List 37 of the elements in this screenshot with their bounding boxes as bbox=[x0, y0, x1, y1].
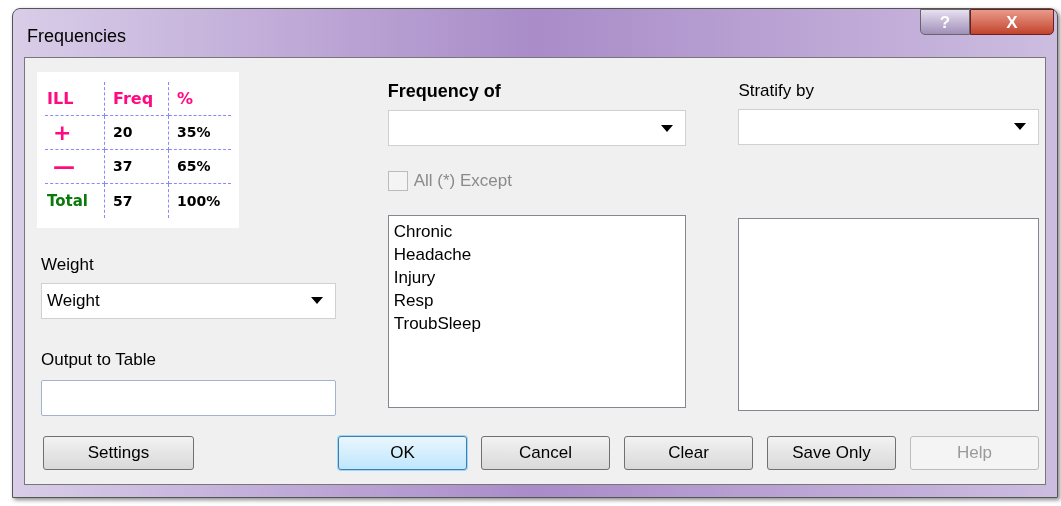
illustration-text: 37 bbox=[113, 157, 133, 176]
list-item[interactable]: TroubSleep bbox=[393, 311, 681, 335]
checkbox-label: All (*) Except bbox=[413, 170, 512, 192]
illustration-text: — bbox=[52, 153, 75, 181]
field-label: Frequency of bbox=[387, 80, 502, 103]
caret-icon bbox=[661, 124, 674, 132]
field-label: Output to Table bbox=[41, 348, 157, 371]
illustration-text: Total bbox=[47, 190, 88, 212]
illustration-text: Freq bbox=[113, 87, 154, 110]
field-label: Weight bbox=[41, 254, 95, 276]
illustration-text: 35% bbox=[177, 123, 211, 142]
illustration-text: 57 bbox=[113, 191, 133, 211]
illustration-text: % bbox=[177, 87, 194, 110]
illustration-text: 65% bbox=[177, 157, 211, 176]
illustration-text: + bbox=[52, 119, 72, 147]
dropdown[interactable]: Weight bbox=[41, 282, 336, 319]
input-field[interactable] bbox=[41, 380, 336, 416]
caret-icon bbox=[310, 297, 323, 304]
field-label: Stratify by bbox=[738, 80, 815, 102]
dialog-button[interactable]: Settings bbox=[43, 436, 194, 470]
illustration-text: 20 bbox=[113, 123, 133, 142]
stratify-list[interactable] bbox=[738, 217, 1039, 411]
dropdown[interactable] bbox=[738, 108, 1039, 145]
dialog-button[interactable]: Clear bbox=[624, 436, 753, 470]
list-item[interactable]: Headache bbox=[393, 242, 681, 266]
dropdown[interactable] bbox=[387, 110, 687, 146]
list-item[interactable]: Chronic bbox=[393, 219, 681, 243]
list-item[interactable]: Injury bbox=[393, 265, 681, 289]
illustration-text: ILL bbox=[47, 87, 74, 110]
dialog-button[interactable]: Save Only bbox=[767, 436, 896, 470]
dialog-button[interactable]: OK bbox=[338, 436, 467, 470]
list-item[interactable]: Resp bbox=[393, 288, 681, 312]
window-title: Frequencies bbox=[27, 25, 127, 48]
dialog-button[interactable]: Cancel bbox=[481, 436, 610, 470]
variable-list[interactable]: Chronic Headache Injury Resp TroubSleep bbox=[387, 214, 687, 408]
caret-icon bbox=[1014, 123, 1026, 130]
illustration-text: 100% bbox=[177, 191, 221, 211]
